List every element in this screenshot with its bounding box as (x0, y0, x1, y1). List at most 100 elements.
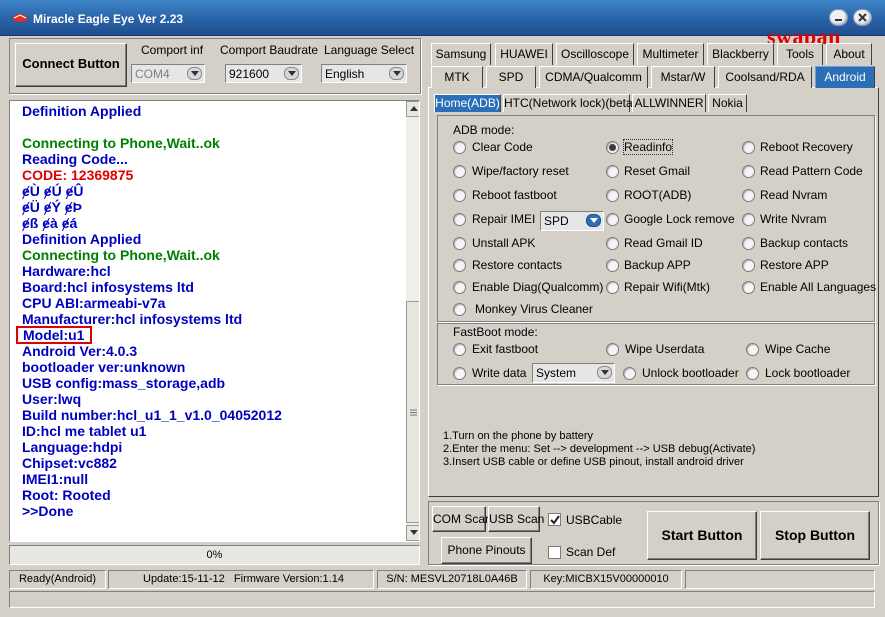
radio-label-read-gmail-id: Read Gmail ID (624, 236, 703, 250)
language-value: English (325, 67, 365, 81)
tab-oscilloscope[interactable]: Oscilloscope (556, 43, 634, 65)
radio-label-wipe-userdata: Wipe Userdata (625, 342, 705, 356)
start-button[interactable]: Start Button (647, 511, 757, 560)
radio-backup-app[interactable] (606, 259, 619, 272)
radio-monkey-virus-cleaner[interactable] (453, 303, 466, 316)
radio-backup-contacts[interactable] (742, 237, 755, 250)
grip-icon (410, 409, 417, 416)
usb-scan-button[interactable]: USB Scan (488, 506, 544, 532)
tab-tools[interactable]: Tools (777, 43, 823, 65)
radio-read-pattern-code[interactable] (742, 165, 755, 178)
status-update: Update:15-11-12 Firmware Version:1.14 (108, 570, 374, 589)
radio-label-repair-imei: Repair IMEI (472, 212, 536, 226)
tab-android[interactable]: Android (815, 66, 875, 88)
radio-reset-gmail[interactable] (606, 165, 619, 178)
tab-mstar-w[interactable]: Mstar/W (651, 66, 715, 88)
radio-wipe-userdata[interactable] (606, 343, 619, 356)
subtab-nokia[interactable]: Nokia (708, 94, 747, 112)
radio-label-backup-contacts: Backup contacts (760, 236, 849, 250)
log-line: bootloader ver:unknown (22, 359, 186, 375)
radio-label-unlock-bootloader: Unlock bootloader (642, 366, 739, 380)
tab-about[interactable]: About (826, 43, 872, 65)
write-partition-select[interactable]: System (532, 363, 615, 383)
tab-spd[interactable]: SPD (486, 66, 536, 88)
instruction-line: 3.Insert USB cable or define USB pinout,… (443, 456, 744, 468)
radio-read-nvram[interactable] (742, 189, 755, 202)
baudrate-select[interactable]: 921600 (225, 64, 302, 83)
language-select[interactable]: English (321, 64, 407, 83)
close-button[interactable] (853, 9, 872, 26)
radio-label-wipe-cache: Wipe Cache (765, 342, 831, 356)
log-line: Reading Code... (22, 151, 128, 167)
adb-mode-title: ADB mode: (453, 123, 515, 137)
stop-button[interactable]: Stop Button (760, 511, 870, 560)
tab-cdma-qualcomm[interactable]: CDMA/Qualcomm (539, 66, 648, 88)
radio-label-google-lock-remove: Google Lock remove (624, 212, 735, 226)
log-line: >>Done (22, 503, 74, 519)
tab-huawei[interactable]: HUAWEI (495, 43, 553, 65)
tab-coolsand-rda[interactable]: Coolsand/RDA (718, 66, 812, 88)
log-line: CPU ABI:armeabi-v7a (22, 295, 166, 311)
log-scrollbar[interactable] (406, 101, 419, 541)
comport-select[interactable]: COM4 (131, 64, 205, 83)
status-firmware: Firmware Version:1.14 (233, 573, 344, 585)
log-output[interactable]: Definition Applied Connecting to Phone,Wa… (9, 100, 420, 542)
radio-write-data[interactable] (453, 367, 466, 380)
radio-enable-all-languages[interactable] (742, 281, 755, 294)
log-line: User:lwq (22, 391, 82, 407)
subtab-home-adb-[interactable]: Home(ADB) (434, 94, 501, 112)
radio-reboot-fastboot[interactable] (453, 189, 466, 202)
radio-read-gmail-id[interactable] (606, 237, 619, 250)
radio-restore-app[interactable] (742, 259, 755, 272)
radio-label-unstall-apk: Unstall APK (472, 236, 536, 250)
usb-cable-checkbox[interactable] (548, 513, 561, 526)
radio-reboot-recovery[interactable] (742, 141, 755, 154)
radio-repair-wifi-mtk[interactable] (606, 281, 619, 294)
log-line: ID:hcl me tablet u1 (22, 423, 147, 439)
com-scan-button[interactable]: COM Scan (432, 506, 492, 532)
radio-restore-contacts[interactable] (453, 259, 466, 272)
radio-repair-imei[interactable] (453, 213, 466, 226)
scroll-down-button[interactable] (406, 525, 419, 541)
radio-clear-code[interactable] (453, 141, 466, 154)
imei-platform-value: SPD (544, 214, 569, 228)
eagle-app-icon (13, 14, 27, 22)
log-line: Language:hdpi (22, 439, 123, 455)
connect-button[interactable]: Connect Button (15, 43, 127, 87)
radio-label-reboot-recovery: Reboot Recovery (760, 140, 853, 154)
phone-pinouts-button[interactable]: Phone Pinouts (441, 537, 532, 564)
radio-write-nvram[interactable] (742, 213, 755, 226)
radio-root-adb[interactable] (606, 189, 619, 202)
scan-def-checkbox[interactable] (548, 546, 561, 559)
radio-google-lock-remove[interactable] (606, 213, 619, 226)
radio-readinfo[interactable] (606, 141, 619, 154)
scroll-up-button[interactable] (406, 101, 419, 117)
radio-label-readinfo: Readinfo (622, 139, 674, 155)
scroll-thumb[interactable] (406, 301, 419, 523)
log-line: ɇÜ ɇÝ ɇÞ (22, 199, 82, 215)
radio-unlock-bootloader[interactable] (623, 367, 636, 380)
radio-enable-diag-qualcomm[interactable] (453, 281, 466, 294)
radio-wipe-factory-reset[interactable] (453, 165, 466, 178)
tab-blackberry[interactable]: Blackberry (707, 43, 774, 65)
radio-label-repair-wifi-mtk: Repair Wifi(Mtk) (624, 280, 710, 294)
scroll-up-icon (410, 106, 418, 111)
radio-unstall-apk[interactable] (453, 237, 466, 250)
status-key: Key:MICBX15V00000010 (530, 570, 682, 589)
scan-def-label: Scan Def (566, 545, 616, 559)
radio-exit-fastboot[interactable] (453, 343, 466, 356)
tab-samsung[interactable]: Samsung (431, 43, 491, 65)
radio-lock-bootloader[interactable] (746, 367, 759, 380)
subtab-allwinner[interactable]: ALLWINNER (632, 94, 706, 112)
tab-mtk[interactable]: MTK (431, 66, 483, 88)
subtab-htc-network-lock-beta-[interactable]: HTC(Network lock)(beta) (503, 94, 637, 112)
window-title: Miracle Eagle Eye Ver 2.23 (33, 12, 184, 26)
progress-bar: 0% (9, 545, 420, 565)
radio-wipe-cache[interactable] (746, 343, 759, 356)
radio-label-clear-code: Clear Code (472, 140, 533, 154)
log-line: Board:hcl infosystems ltd (22, 279, 194, 295)
imei-platform-select[interactable]: SPD (540, 211, 604, 231)
tab-multimeter[interactable]: Multimeter (637, 43, 704, 65)
log-line: Hardware:hcl (22, 263, 111, 279)
close-icon (858, 13, 867, 22)
